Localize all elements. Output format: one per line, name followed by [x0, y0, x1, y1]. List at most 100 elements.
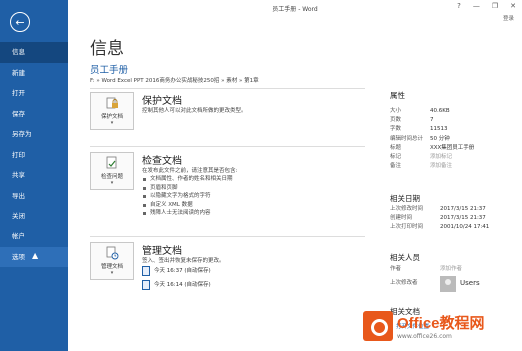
tags-field[interactable]: 添加标记 — [430, 153, 452, 162]
sidebar-item-info[interactable]: 信息 — [0, 42, 68, 63]
sidebar-item-save[interactable]: 保存 — [0, 104, 68, 125]
sign-in-link[interactable]: 登录 — [503, 14, 514, 22]
property-key: 标记 — [390, 153, 402, 160]
title-bar: 员工手册 - Word ? — ❐ ✕ 登录 — [68, 0, 522, 22]
chevron-down-icon: ▾ — [110, 270, 114, 276]
modified-by-row: 上次修改者 Users — [390, 274, 520, 292]
chevron-down-icon: ▾ — [110, 180, 114, 186]
avatar — [440, 275, 456, 292]
author-label: 作者 — [390, 266, 402, 272]
property-key: 字数 — [390, 126, 402, 133]
sidebar-nav: 信息 新建 打开 保存 另存为 打印 共享 导出 关闭 — [0, 42, 68, 227]
sidebar-item-print[interactable]: 打印 — [0, 145, 68, 166]
date-value: 2017/3/15 21:37 — [440, 215, 486, 222]
property-row: 页数 7 — [390, 116, 520, 125]
author-row: 作者 添加作者 — [390, 265, 520, 274]
comments-field[interactable]: 添加备注 — [430, 162, 452, 171]
add-author-link[interactable]: 添加作者 — [440, 265, 462, 274]
help-icon[interactable]: ? — [457, 2, 461, 10]
version-list: 今天 16:37 (自动保存) 今天 16:14 (自动保存) — [142, 264, 211, 292]
property-key: 编辑时间总计 — [390, 135, 424, 142]
protect-button-label: 保护文档 — [100, 114, 123, 120]
manage-heading: 管理文档 — [142, 246, 182, 257]
property-key: 大小 — [390, 108, 402, 114]
back-button[interactable]: ← — [10, 12, 30, 32]
check-issues-button[interactable]: 检查问题 ▾ — [90, 152, 134, 190]
title-field[interactable]: XXX集团员工手册 — [430, 144, 474, 153]
close-icon[interactable]: ✕ — [510, 2, 516, 10]
list-item: 自定义 XML 数据 — [142, 201, 233, 210]
list-item: 以隐藏文字为格式的字符 — [142, 192, 233, 201]
window-controls: ? — ❐ ✕ — [457, 2, 516, 10]
protect-heading: 保护文档 — [142, 96, 182, 107]
document-path[interactable]: F: » Word Excel PPT 2016商务办公实战秘技250招 » 素… — [90, 76, 259, 84]
document-name: 员工手册 — [90, 65, 129, 76]
check-button-label: 检查问题 — [100, 174, 123, 180]
sidebar-item-close[interactable]: 关闭 — [0, 206, 68, 227]
date-key: 上次修改时间 — [390, 206, 424, 212]
date-key: 上次打印时间 — [390, 224, 424, 231]
date-key: 创建时间 — [390, 215, 413, 222]
list-item: 文档属性、作者的姓名和相关日期 — [142, 175, 233, 184]
modified-by-label: 上次修改者 — [390, 280, 418, 287]
property-value: 11513 — [430, 126, 448, 133]
version-item[interactable]: 今天 16:14 (自动保存) — [142, 278, 211, 292]
sidebar-item-export[interactable]: 导出 — [0, 186, 68, 207]
version-label: 今天 16:14 (自动保存) — [154, 282, 211, 288]
property-key: 备注 — [390, 163, 402, 170]
watermark-text: Office教程网 — [397, 314, 485, 332]
property-key: 页数 — [390, 117, 402, 124]
related-people-heading: 相关人员 — [390, 253, 420, 262]
inspect-description: 在发布此文件之前，请注意其是否包含: — [142, 168, 238, 174]
protect-section: 保护文档 ▾ 保护文档 控制其他人可以对此文档所做的更改类型。 — [90, 92, 360, 142]
property-row: 大小 40.6KB — [390, 107, 520, 116]
watermark: Office教程网 www.office26.com — [363, 300, 522, 351]
inspect-list: 文档属性、作者的姓名和相关日期 页眉和页脚 以隐藏文字为格式的字符 自定义 XM… — [142, 175, 233, 218]
property-row: 标记 添加标记 — [390, 153, 520, 162]
property-value: 40.6KB — [430, 108, 450, 114]
word-document-icon — [142, 266, 150, 276]
inspect-section: 检查问题 ▾ 检查文档 在发布此文件之前，请注意其是否包含: 文档属性、作者的姓… — [90, 152, 360, 232]
watermark-url: www.office26.com — [397, 332, 452, 340]
property-value: 50 分钟 — [430, 135, 450, 142]
inspect-heading: 检查文档 — [142, 156, 182, 167]
mouse-cursor-icon: ▲ — [32, 251, 39, 260]
manage-description: 签入、签出并恢复未保存的更改。 — [142, 258, 225, 264]
window-title: 员工手册 - Word — [272, 6, 318, 13]
version-label: 今天 16:37 (自动保存) — [154, 268, 211, 274]
lock-icon — [106, 97, 118, 109]
list-item: 残障人士无法阅读的内容 — [142, 209, 233, 218]
related-people: 作者 添加作者 上次修改者 Users — [390, 265, 520, 292]
sidebar-item-share[interactable]: 共享 — [0, 165, 68, 186]
restore-icon[interactable]: ❐ — [492, 2, 498, 10]
manage-button-label: 管理文档 — [100, 264, 123, 270]
backstage-sidebar: ← 信息 新建 打开 保存 另存为 打印 共享 导出 关闭 帐户 选项 ▲ — [0, 0, 68, 351]
protect-document-button[interactable]: 保护文档 ▾ — [90, 92, 134, 130]
sidebar-item-open[interactable]: 打开 — [0, 83, 68, 104]
page-title: 信息 — [90, 39, 124, 59]
divider — [90, 236, 365, 237]
back-arrow-icon: ← — [15, 15, 25, 29]
property-row: 标题 XXX集团员工手册 — [390, 144, 520, 153]
sidebar-item-new[interactable]: 新建 — [0, 63, 68, 84]
property-row: 字数 11513 — [390, 125, 520, 134]
sidebar-bottom-nav: 帐户 选项 — [0, 226, 68, 267]
related-dates-heading: 相关日期 — [390, 194, 420, 203]
modified-by-name: Users — [460, 279, 480, 288]
protect-description: 控制其他人可以对此文档所做的更改类型。 — [142, 108, 247, 114]
manage-document-icon — [106, 246, 119, 260]
list-item: 页眉和页脚 — [142, 184, 233, 193]
sidebar-item-account[interactable]: 帐户 — [0, 226, 68, 247]
properties-heading[interactable]: 属性 — [390, 90, 520, 101]
check-document-icon — [106, 156, 117, 169]
sidebar-item-save-as[interactable]: 另存为 — [0, 124, 68, 145]
divider — [90, 146, 365, 147]
version-item[interactable]: 今天 16:37 (自动保存) — [142, 264, 211, 278]
manage-section: 管理文档 ▾ 管理文档 签入、签出并恢复未保存的更改。 今天 16:37 (自动… — [90, 242, 360, 302]
manage-document-button[interactable]: 管理文档 ▾ — [90, 242, 134, 280]
minimize-icon[interactable]: — — [473, 2, 480, 10]
properties-panel: 属性 大小 40.6KB 页数 7 字数 11513 编辑时间总计 50 分钟 标题 XX… — [390, 90, 520, 171]
property-value: 7 — [430, 117, 434, 124]
property-row: 备注 添加备注 — [390, 162, 520, 171]
divider — [90, 88, 365, 89]
